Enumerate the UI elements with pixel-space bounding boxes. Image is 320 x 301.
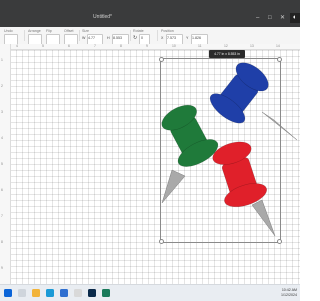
resize-handle-top-left[interactable] bbox=[159, 57, 164, 62]
mail-icon[interactable] bbox=[60, 289, 68, 297]
search-icon[interactable] bbox=[18, 289, 26, 297]
file-explorer-icon[interactable] bbox=[32, 289, 40, 297]
selection-bounding-box[interactable] bbox=[159, 57, 282, 244]
clock: 10:42 AM 1/12/2024 bbox=[281, 288, 297, 297]
edge-browser-icon[interactable] bbox=[46, 289, 54, 297]
resize-handle-bottom-left[interactable] bbox=[159, 239, 164, 244]
photoshop-icon[interactable] bbox=[88, 289, 96, 297]
store-icon[interactable] bbox=[74, 289, 82, 297]
dimension-tooltip: 4.77 in x 8.553 in bbox=[209, 50, 245, 58]
os-taskbar: 10:42 AM 1/12/2024 bbox=[0, 284, 300, 301]
clock-date: 1/12/2024 bbox=[281, 292, 297, 297]
resize-handle-top-right[interactable] bbox=[277, 57, 282, 62]
resize-handle-bottom-right[interactable] bbox=[277, 239, 282, 244]
clock-time: 10:42 AM bbox=[281, 288, 297, 292]
windows-start-icon[interactable] bbox=[4, 289, 12, 297]
design-space-icon[interactable] bbox=[102, 289, 110, 297]
